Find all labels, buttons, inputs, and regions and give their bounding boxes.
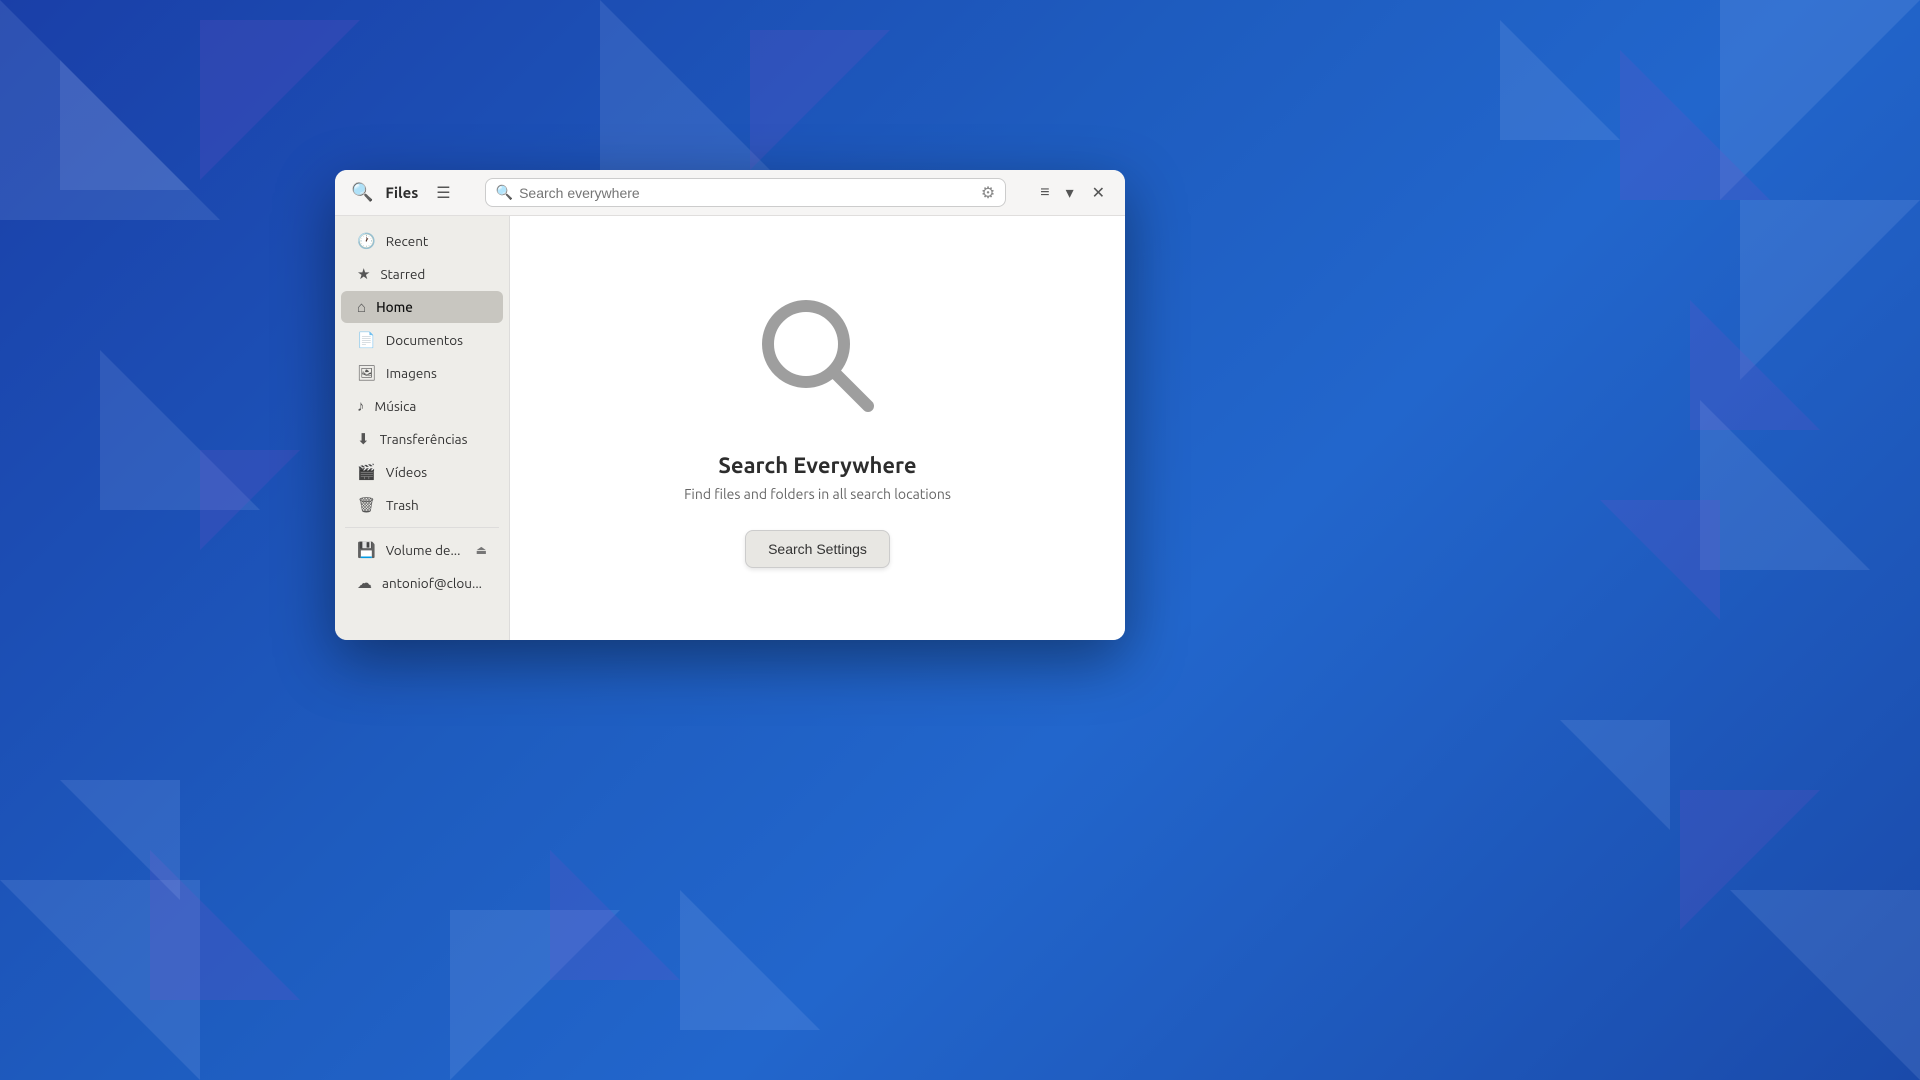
recent-icon: 🕐	[357, 232, 376, 250]
main-heading: Search Everywhere	[718, 453, 916, 478]
close-button[interactable]: ✕	[1084, 179, 1113, 206]
sidebar-item-videos-label: Vídeos	[386, 464, 427, 480]
search-bar-icon: 🔍	[496, 184, 513, 201]
search-settings-button[interactable]: Search Settings	[745, 530, 890, 568]
search-filter-icon[interactable]: ⚙	[981, 183, 995, 202]
search-bar[interactable]: 🔍 ⚙	[485, 178, 1007, 207]
sidebar-divider	[345, 527, 499, 528]
main-subheading: Find files and folders in all search loc…	[684, 486, 951, 502]
sidebar-item-imagens[interactable]: 🖼 Imagens	[341, 357, 503, 389]
list-view-button[interactable]: ≡	[1034, 179, 1055, 206]
starred-icon: ★	[357, 265, 370, 283]
sidebar-item-volume-label: Volume de...	[386, 542, 461, 558]
header-search-icon: 🔍	[347, 178, 377, 207]
eject-icon[interactable]: ⏏	[476, 543, 487, 557]
dropdown-button[interactable]: ▾	[1060, 179, 1080, 206]
menu-icon[interactable]: ☰	[430, 179, 456, 206]
cloud-icon: ☁	[357, 574, 372, 592]
sidebar-item-musica-label: Música	[375, 398, 417, 414]
window-body: 🕐 Recent ★ Starred ⌂ Home 📄 Documentos 🖼…	[335, 216, 1125, 640]
sidebar-item-imagens-label: Imagens	[386, 365, 437, 381]
search-illustration	[748, 289, 888, 429]
sidebar-item-cloud[interactable]: ☁ antoniof@clou...	[341, 567, 503, 599]
musica-icon: ♪	[357, 397, 365, 415]
window-title: Files	[385, 184, 418, 201]
main-content: Search Everywhere Find files and folders…	[510, 216, 1125, 640]
documentos-icon: 📄	[357, 331, 376, 349]
sidebar-item-starred-label: Starred	[380, 266, 425, 282]
sidebar: 🕐 Recent ★ Starred ⌂ Home 📄 Documentos 🖼…	[335, 216, 510, 640]
sidebar-item-trash-label: Trash	[386, 497, 419, 513]
home-icon: ⌂	[357, 298, 366, 316]
sidebar-item-home-label: Home	[376, 299, 413, 315]
imagens-icon: 🖼	[357, 364, 376, 382]
window-header: 🔍 Files ☰ 🔍 ⚙ ≡ ▾ ✕	[335, 170, 1125, 216]
sidebar-item-documentos[interactable]: 📄 Documentos	[341, 324, 503, 356]
header-actions: ≡ ▾ ✕	[1034, 179, 1113, 206]
search-input[interactable]	[519, 185, 975, 201]
sidebar-item-musica[interactable]: ♪ Música	[341, 390, 503, 422]
sidebar-item-videos[interactable]: 🎬 Vídeos	[341, 456, 503, 488]
sidebar-item-cloud-label: antoniof@clou...	[382, 575, 482, 591]
sidebar-item-documentos-label: Documentos	[386, 332, 463, 348]
sidebar-item-recent-label: Recent	[386, 233, 429, 249]
sidebar-item-recent[interactable]: 🕐 Recent	[341, 225, 503, 257]
sidebar-item-transferencias[interactable]: ⬇ Transferências	[341, 423, 503, 455]
videos-icon: 🎬	[357, 463, 376, 481]
volume-icon: 💾	[357, 541, 376, 559]
sidebar-item-home[interactable]: ⌂ Home	[341, 291, 503, 323]
sidebar-item-starred[interactable]: ★ Starred	[341, 258, 503, 290]
sidebar-item-trash[interactable]: 🗑 Trash	[341, 489, 503, 521]
file-manager-window: 🔍 Files ☰ 🔍 ⚙ ≡ ▾ ✕ 🕐 Recent ★ Starred	[335, 170, 1125, 640]
sidebar-item-volume[interactable]: 💾 Volume de... ⏏	[341, 534, 503, 566]
trash-icon: 🗑	[357, 496, 376, 514]
transferencias-icon: ⬇	[357, 430, 370, 448]
sidebar-item-transferencias-label: Transferências	[380, 431, 468, 447]
